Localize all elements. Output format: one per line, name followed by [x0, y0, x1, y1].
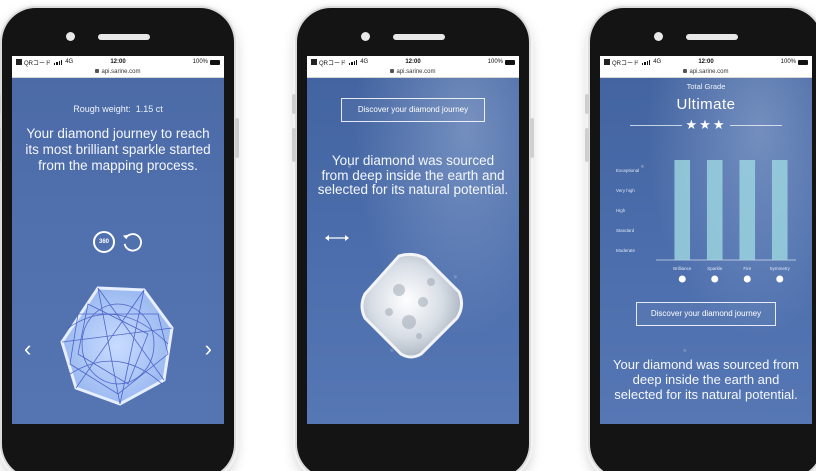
grade-bar — [706, 160, 723, 260]
grade-category-label: Fire — [743, 266, 751, 271]
front-camera — [361, 32, 370, 41]
grade-level-label: Exceptional — [616, 168, 639, 173]
grade-info-dot[interactable] — [711, 275, 719, 283]
rough-diamond-image — [360, 252, 464, 359]
front-camera — [654, 32, 663, 41]
reset-icon[interactable] — [121, 231, 143, 253]
grade-category-label: Sparkle — [707, 266, 723, 271]
volume-up-button — [0, 128, 1, 162]
qr-icon — [604, 59, 610, 65]
url-bar[interactable]: api.sarine.com — [600, 68, 812, 78]
power-button — [235, 118, 239, 158]
diamond-mesh-image — [60, 286, 174, 406]
lock-icon — [683, 69, 688, 74]
status-bar: QRコード 4G 12:00 100% — [307, 56, 519, 68]
battery-icon — [505, 59, 515, 65]
carrier-label: QRコード — [319, 60, 347, 67]
signal-icon — [642, 59, 651, 65]
url-text: api.sarine.com — [689, 69, 729, 75]
url-bar[interactable]: api.sarine.com — [307, 68, 519, 78]
star-rating-icon: ★★★ — [685, 117, 727, 132]
grade-bar — [674, 160, 691, 260]
rough-weight-label: Rough weight: — [73, 104, 131, 114]
next-arrow-icon[interactable]: › — [205, 338, 212, 360]
divider-right — [730, 124, 782, 126]
mute-switch — [0, 94, 1, 114]
mute-switch — [292, 94, 296, 114]
battery-indicator: 100% — [193, 59, 220, 65]
lock-icon — [95, 69, 100, 74]
journey-text: Your diamond journey to reach its most b… — [25, 126, 211, 173]
phone-3: QRコード 4G 12:00 100% api.sarine.com Total… — [585, 8, 816, 471]
qr-icon — [311, 59, 317, 65]
discover-journey-button[interactable]: Discover your diamond journey — [636, 302, 776, 326]
network-label: 4G — [360, 59, 369, 65]
phone-2: QRコード 4G 12:00 100% api.sarine.com Disco… — [292, 8, 534, 471]
url-text: api.sarine.com — [101, 69, 141, 75]
network-label: 4G — [65, 59, 74, 65]
volume-up-button — [292, 128, 296, 162]
view-controls: 360 — [12, 231, 224, 253]
screen-sourced: QRコード 4G 12:00 100% api.sarine.com Disco… — [307, 56, 519, 424]
battery-icon — [210, 59, 220, 65]
grade-stars-row: ★★★ — [630, 117, 782, 133]
mute-switch — [585, 94, 589, 114]
prev-arrow-icon[interactable]: ‹ — [24, 338, 31, 360]
total-grade-label: Total Grade — [686, 82, 726, 91]
grade-category-label: Brilliance — [673, 266, 692, 271]
sourced-text: Your diamond was sourced from deep insid… — [317, 153, 509, 197]
grade-bar-chart: Exceptional Very high High Standard Moderate… — [616, 160, 796, 283]
status-bar: QRコード 4G 12:00 100% — [12, 56, 224, 68]
network-label: 4G — [653, 59, 662, 65]
grade-category-label: Symmetry — [770, 266, 791, 271]
battery-indicator: 100% — [488, 59, 515, 65]
url-bar[interactable]: api.sarine.com — [12, 68, 224, 78]
sourced-text: Your diamond was sourced from deep insid… — [613, 357, 799, 402]
battery-percent: 100% — [780, 59, 796, 65]
signal-icon — [349, 59, 358, 65]
total-grade-value: Ultimate — [676, 96, 736, 113]
qr-icon — [16, 59, 22, 65]
status-bar: QRコード 4G 12:00 100% — [600, 56, 812, 68]
power-button — [530, 118, 534, 158]
grade-info-dot[interactable] — [776, 275, 784, 283]
volume-up-button — [585, 128, 589, 162]
phone-1: QRコード 4G 12:00 100% api.sarine.com Rough… — [0, 8, 239, 471]
earpiece-speaker — [393, 34, 445, 40]
rotate-360-icon[interactable]: 360 — [93, 231, 115, 253]
carrier-label: QRコード — [24, 60, 52, 67]
grade-bar — [771, 160, 788, 260]
grade-info-dot[interactable] — [743, 275, 751, 283]
screen-total-grade: QRコード 4G 12:00 100% api.sarine.com Total… — [600, 56, 812, 424]
signal-icon — [54, 59, 63, 65]
grade-level-label: High — [616, 208, 626, 213]
url-text: api.sarine.com — [396, 69, 436, 75]
battery-percent: 100% — [192, 59, 208, 65]
earpiece-speaker — [686, 34, 738, 40]
grade-info-dot[interactable] — [678, 275, 686, 283]
discover-journey-button[interactable]: Discover your diamond journey — [341, 98, 485, 122]
battery-indicator: 100% — [781, 59, 808, 65]
screen-mapping: QRコード 4G 12:00 100% api.sarine.com Rough… — [12, 56, 224, 424]
rough-weight-value: 1.15 ct — [135, 104, 163, 114]
front-camera — [66, 32, 75, 41]
battery-percent: 100% — [487, 59, 503, 65]
grade-level-label: Very high — [616, 188, 635, 193]
earpiece-speaker — [98, 34, 150, 40]
grade-level-label: Standard — [616, 228, 635, 233]
rough-weight: Rough weight: 1.15 ct — [12, 104, 224, 114]
grade-level-label: Moderate — [616, 248, 636, 253]
swipe-horizontal-icon — [325, 235, 349, 241]
lock-icon — [390, 69, 395, 74]
divider-left — [630, 124, 682, 126]
battery-icon — [798, 59, 808, 65]
carrier-label: QRコード — [612, 60, 640, 67]
grade-bar — [739, 160, 756, 260]
